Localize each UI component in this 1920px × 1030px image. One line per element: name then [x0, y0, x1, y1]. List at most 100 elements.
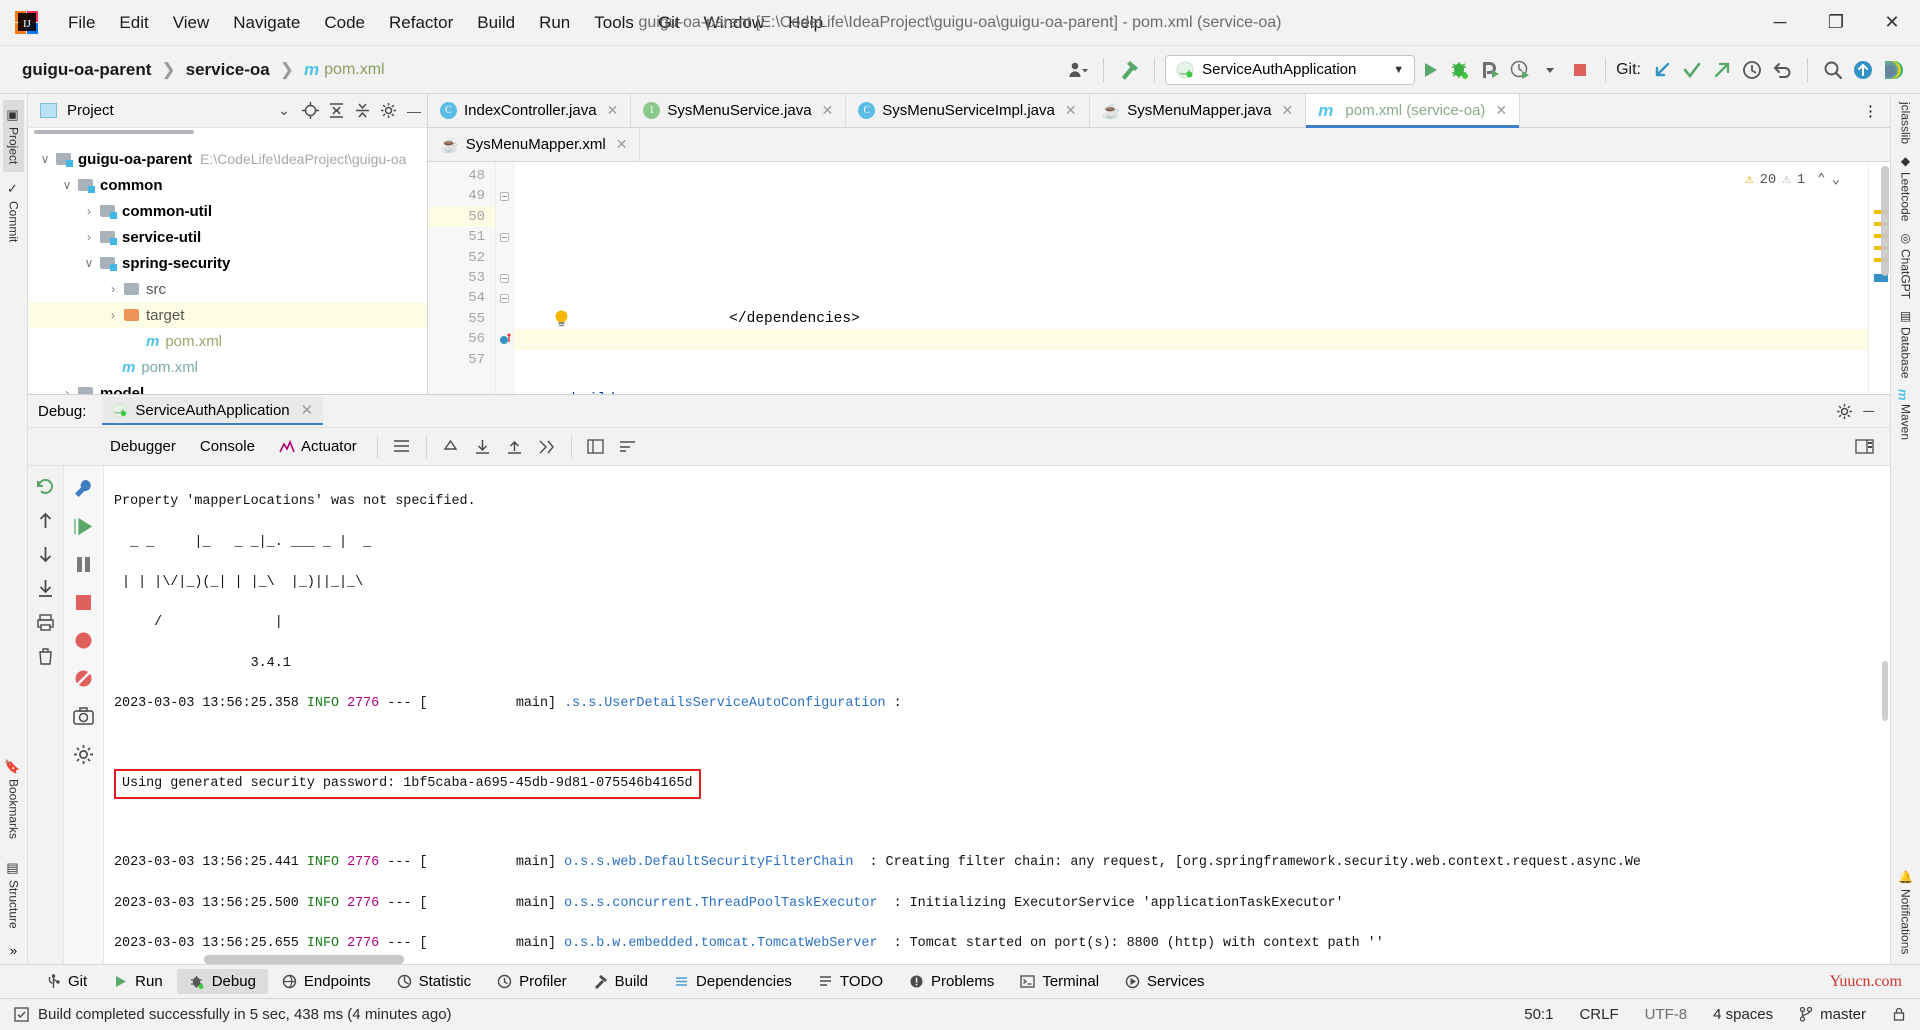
breadcrumb-module[interactable]: service-oa: [186, 60, 270, 80]
debug-icon[interactable]: [1445, 55, 1475, 85]
git-branch-widget[interactable]: master: [1799, 1006, 1866, 1023]
console-horizontal-scrollbar[interactable]: [204, 955, 404, 964]
fold-marker[interactable]: [496, 227, 513, 247]
expand-all-icon[interactable]: [323, 98, 349, 124]
rail-tab-jclasslib[interactable]: jclasslib: [1899, 102, 1913, 144]
editor-tab-pom-xml[interactable]: m pom.xml (service-oa) ✕: [1306, 94, 1520, 127]
tree-row[interactable]: › common-util: [28, 198, 427, 224]
hide-panel-icon[interactable]: —: [401, 98, 427, 124]
debug-tab-debugger[interactable]: Debugger: [100, 434, 186, 459]
debug-tab-actuator[interactable]: Actuator: [269, 434, 367, 459]
user-icon[interactable]: [1063, 55, 1093, 85]
tree-row[interactable]: ∨ spring-security: [28, 250, 427, 276]
tree-row[interactable]: m pom.xml: [28, 328, 427, 354]
upload-icon[interactable]: [1848, 55, 1878, 85]
tool-window-debug[interactable]: Debug: [177, 969, 268, 994]
wrench-icon[interactable]: [69, 472, 99, 504]
rail-tab-notifications[interactable]: 🔔 Notifications: [1899, 870, 1913, 954]
console-output[interactable]: Property 'mapperLocations' was not speci…: [104, 466, 1890, 964]
rail-tab-leetcode[interactable]: ◆ Leetcode: [1899, 154, 1913, 221]
twisty-icon[interactable]: ∨: [78, 256, 100, 270]
maximize-button[interactable]: ❐: [1808, 0, 1864, 46]
tool-window-statistic[interactable]: Statistic: [385, 969, 484, 994]
twisty-icon[interactable]: ›: [78, 230, 100, 244]
scroll-to-top-icon[interactable]: [437, 434, 465, 460]
tree-row[interactable]: ∨ guigu-oa-parent E:\CodeLife\IdeaProjec…: [28, 146, 427, 172]
git-update-icon[interactable]: [1647, 55, 1677, 85]
debug-tab-console[interactable]: Console: [190, 434, 265, 459]
tool-window-profiler[interactable]: Profiler: [485, 969, 579, 994]
tree-row[interactable]: m pom.xml: [28, 354, 427, 380]
chevron-down-icon-project[interactable]: ⌄: [271, 98, 297, 124]
debug-settings-icon[interactable]: [69, 738, 99, 770]
download-icon[interactable]: [469, 434, 497, 460]
close-icon[interactable]: ✕: [616, 136, 628, 153]
menu-file[interactable]: File: [56, 9, 107, 37]
editor-vertical-scrollbar[interactable]: [1881, 166, 1889, 276]
close-icon[interactable]: ✕: [822, 102, 834, 119]
tool-window-dependencies[interactable]: Dependencies: [662, 969, 804, 994]
tool-window-build[interactable]: Build: [581, 969, 660, 994]
rerun-icon[interactable]: [31, 470, 61, 502]
twisty-icon[interactable]: ›: [78, 204, 100, 218]
caret-position[interactable]: 50:1: [1524, 1006, 1553, 1023]
step-up-icon[interactable]: [31, 504, 61, 536]
rail-tab-chatgpt[interactable]: ◎ ChatGPT: [1899, 231, 1913, 299]
editor-tab-sysmenuserviceimpl[interactable]: C SysMenuServiceImpl.java ✕: [846, 94, 1089, 127]
close-icon[interactable]: ✕: [607, 102, 619, 119]
editor-tab-sysmenuservice[interactable]: I SysMenuService.java ✕: [631, 94, 846, 127]
rail-tab-structure[interactable]: ▤ Structure: [3, 853, 24, 937]
inspection-widget[interactable]: ⚠ 20 ⚠ 1 ⌃ ⌄: [1741, 168, 1844, 192]
collapse-all-icon[interactable]: [349, 98, 375, 124]
rail-tab-bookmarks[interactable]: 🔖 Bookmarks: [3, 751, 24, 847]
delete-icon[interactable]: [31, 640, 61, 672]
breadcrumb-project[interactable]: guigu-oa-parent: [22, 60, 151, 80]
run-configuration-selector[interactable]: ServiceAuthApplication ▼: [1165, 55, 1415, 85]
menu-refactor[interactable]: Refactor: [377, 9, 465, 37]
editor-tab-sysmenumapper-java[interactable]: ☕ SysMenuMapper.java ✕: [1090, 94, 1307, 127]
tool-window-terminal[interactable]: Terminal: [1008, 969, 1111, 994]
run-icon[interactable]: [1415, 55, 1445, 85]
view-breakpoints-icon[interactable]: [69, 624, 99, 656]
tree-row[interactable]: › target: [28, 302, 427, 328]
resume-program-icon[interactable]: [69, 510, 99, 542]
tool-window-problems[interactable]: Problems: [897, 969, 1006, 994]
lock-icon[interactable]: [1892, 1007, 1906, 1022]
debug-hide-icon[interactable]: ─: [1863, 403, 1874, 420]
run-with-coverage-icon[interactable]: [1475, 55, 1505, 85]
fold-marker[interactable]: [496, 268, 513, 288]
scroll-to-end-icon[interactable]: [31, 572, 61, 604]
pause-program-icon[interactable]: [69, 548, 99, 580]
print-icon[interactable]: [31, 606, 61, 638]
menu-run[interactable]: Run: [527, 9, 582, 37]
twisty-icon[interactable]: ∨: [56, 178, 78, 192]
profiler-icon[interactable]: [1505, 55, 1535, 85]
rail-tab-database[interactable]: ▤ Database: [1899, 309, 1913, 378]
hammer-icon[interactable]: [1114, 55, 1144, 85]
twisty-icon[interactable]: ›: [102, 308, 124, 322]
project-settings-gear-icon[interactable]: [375, 98, 401, 124]
minimize-button[interactable]: ─: [1752, 0, 1808, 46]
ide-icon[interactable]: [1878, 55, 1908, 85]
git-commit-icon[interactable]: [1677, 55, 1707, 85]
tool-window-todo[interactable]: TODO: [806, 969, 895, 994]
breakpoint-marker-icon[interactable]: [496, 329, 513, 349]
upload-console-icon[interactable]: [501, 434, 529, 460]
tool-window-services[interactable]: Services: [1113, 969, 1217, 994]
more-options-icon[interactable]: »: [10, 943, 17, 958]
console-layout-icon[interactable]: [582, 434, 610, 460]
stop-icon[interactable]: [1565, 55, 1595, 85]
twisty-icon[interactable]: ∨: [34, 152, 56, 166]
menu-navigate[interactable]: Navigate: [221, 9, 312, 37]
menu-window[interactable]: Window: [692, 9, 776, 37]
search-everywhere-icon[interactable]: [1818, 55, 1848, 85]
chevron-down-icon-profiler[interactable]: [1535, 55, 1565, 85]
breadcrumb-file[interactable]: pom.xml: [324, 61, 384, 79]
tool-window-run[interactable]: Run: [101, 969, 175, 994]
mute-breakpoints-icon[interactable]: [69, 662, 99, 694]
indent-setting[interactable]: 4 spaces: [1713, 1006, 1773, 1023]
git-push-icon[interactable]: [1707, 55, 1737, 85]
menu-edit[interactable]: Edit: [107, 9, 160, 37]
close-button[interactable]: ✕: [1864, 0, 1920, 46]
menu-code[interactable]: Code: [312, 9, 377, 37]
